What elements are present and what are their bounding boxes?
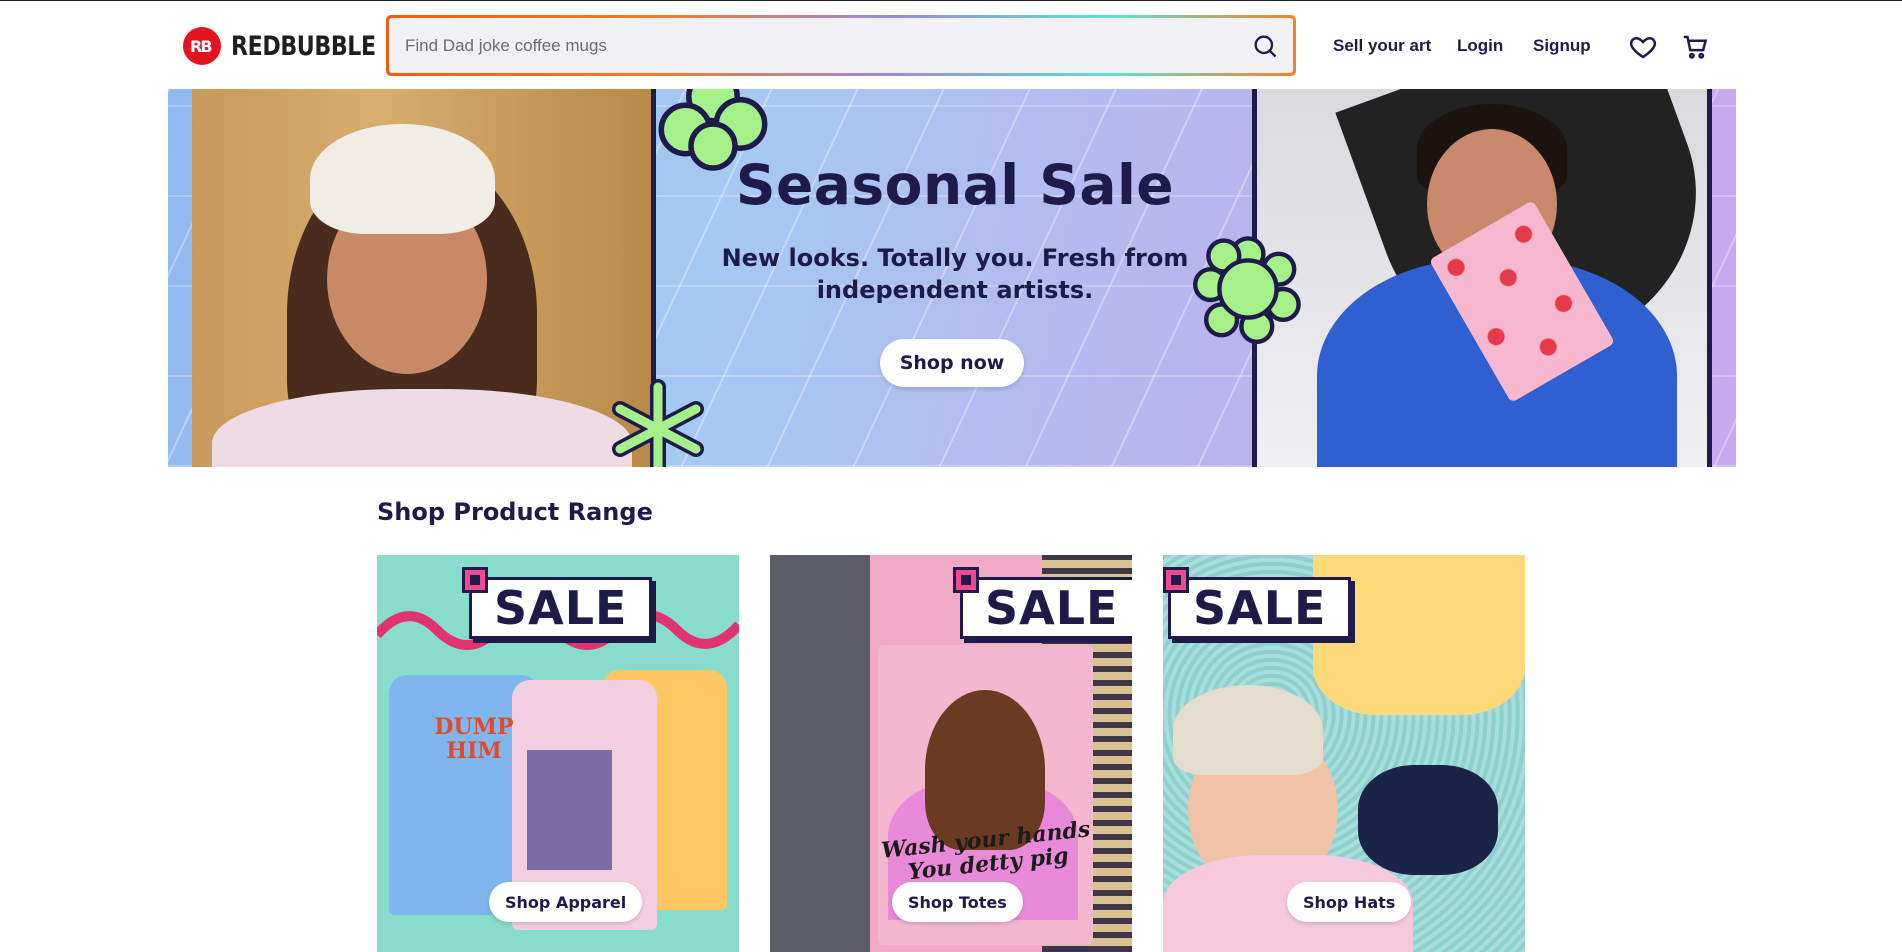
tshirt-print (527, 750, 612, 870)
search-bar (386, 15, 1296, 76)
logo-mark-icon: RB (183, 27, 221, 65)
sale-badge: SALE (469, 577, 653, 639)
hero-image-right (1252, 89, 1712, 467)
signup-link[interactable]: Signup (1533, 36, 1591, 56)
brand-logo[interactable]: RB REDBUBBLE (183, 26, 407, 66)
heart-icon[interactable] (1628, 32, 1658, 62)
brand-name: REDBUBBLE (231, 30, 376, 62)
hero-title: Seasonal Sale (735, 153, 1175, 217)
bucket-hat-image (1358, 765, 1498, 875)
login-link[interactable]: Login (1457, 36, 1503, 56)
cap-image (1173, 685, 1323, 775)
search-icon[interactable] (1251, 32, 1279, 60)
search-input[interactable] (389, 18, 1189, 73)
hero-content: Seasonal Sale New looks. Totally you. Fr… (658, 89, 1252, 467)
shirt-print-text: DUMP HIM (434, 714, 514, 764)
shop-apparel-button[interactable]: Shop Apparel (489, 882, 643, 922)
site-header: RB REDBUBBLE Sell your art Login Signup (0, 1, 1902, 88)
product-card-totes[interactable]: Wash your hands You detty pig SALE Shop … (770, 555, 1132, 952)
sale-pin-icon (462, 567, 488, 593)
product-card-hats[interactable]: SALE Shop Hats (1163, 555, 1525, 952)
shop-hats-button[interactable]: Shop Hats (1287, 882, 1412, 922)
sale-badge: SALE (960, 577, 1132, 639)
product-card-apparel[interactable]: DUMP HIM SALE Shop Apparel (377, 555, 739, 952)
jeans-image (770, 555, 870, 952)
sale-pin-icon (953, 567, 979, 593)
section-title: Shop Product Range (377, 498, 653, 526)
shop-totes-button[interactable]: Shop Totes (892, 882, 1023, 922)
sale-badge: SALE (1168, 577, 1352, 639)
cart-icon[interactable] (1680, 32, 1710, 62)
sale-pin-icon (1163, 567, 1189, 593)
hero-subtitle: New looks. Totally you. Fresh from indep… (721, 244, 1189, 304)
sell-your-art-link[interactable]: Sell your art (1333, 36, 1431, 56)
hero-banner: Seasonal Sale New looks. Totally you. Fr… (168, 89, 1736, 467)
hero-image-left (192, 89, 656, 467)
shop-now-button[interactable]: Shop now (880, 339, 1024, 387)
